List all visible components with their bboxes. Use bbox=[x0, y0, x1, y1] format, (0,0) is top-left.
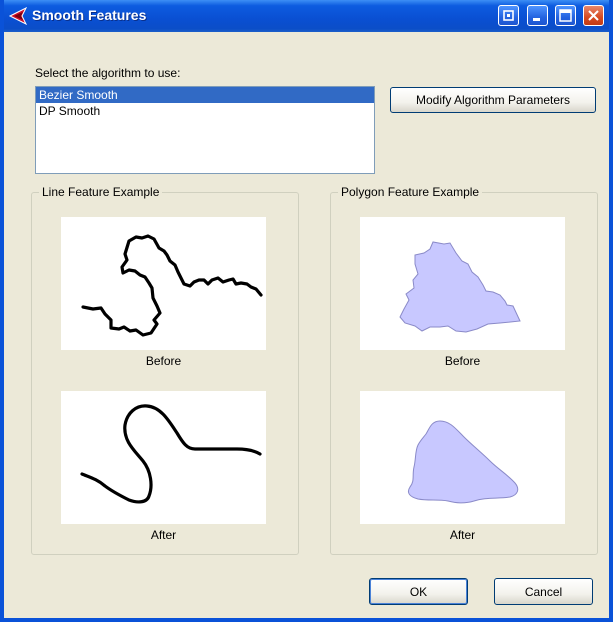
title-bar[interactable]: Smooth Features bbox=[4, 0, 609, 32]
restore-icon bbox=[503, 10, 514, 21]
algorithm-listbox[interactable]: Bezier Smooth DP Smooth bbox=[35, 86, 375, 174]
algorithm-option-dp[interactable]: DP Smooth bbox=[36, 103, 374, 119]
close-button[interactable] bbox=[583, 5, 604, 26]
line-before-caption: Before bbox=[145, 354, 182, 368]
polygon-before-caption: Before bbox=[444, 354, 481, 368]
minimize-icon bbox=[533, 18, 540, 21]
line-feature-group-title: Line Feature Example bbox=[39, 185, 163, 199]
minimize-button[interactable] bbox=[527, 5, 548, 26]
modify-parameters-button[interactable]: Modify Algorithm Parameters bbox=[390, 87, 596, 113]
restore-button[interactable] bbox=[498, 5, 519, 26]
polygon-after-caption: After bbox=[449, 528, 476, 542]
polygon-feature-group-title: Polygon Feature Example bbox=[338, 185, 483, 199]
close-icon bbox=[588, 10, 599, 21]
cancel-button[interactable]: Cancel bbox=[494, 578, 593, 605]
algorithm-label: Select the algorithm to use: bbox=[35, 66, 181, 80]
polygon-before-image bbox=[360, 217, 565, 350]
algorithm-option-bezier[interactable]: Bezier Smooth bbox=[36, 87, 374, 103]
maximize-button[interactable] bbox=[555, 5, 576, 26]
window-title: Smooth Features bbox=[32, 7, 147, 23]
maximize-icon bbox=[559, 9, 572, 22]
line-after-caption: After bbox=[150, 528, 177, 542]
polygon-after-image bbox=[360, 391, 565, 524]
line-before-image bbox=[61, 217, 266, 350]
app-logo-icon bbox=[8, 7, 28, 25]
ok-button[interactable]: OK bbox=[369, 578, 468, 605]
smooth-features-dialog: Smooth Features Select the algorithm to … bbox=[0, 0, 613, 622]
line-after-image bbox=[61, 391, 266, 524]
